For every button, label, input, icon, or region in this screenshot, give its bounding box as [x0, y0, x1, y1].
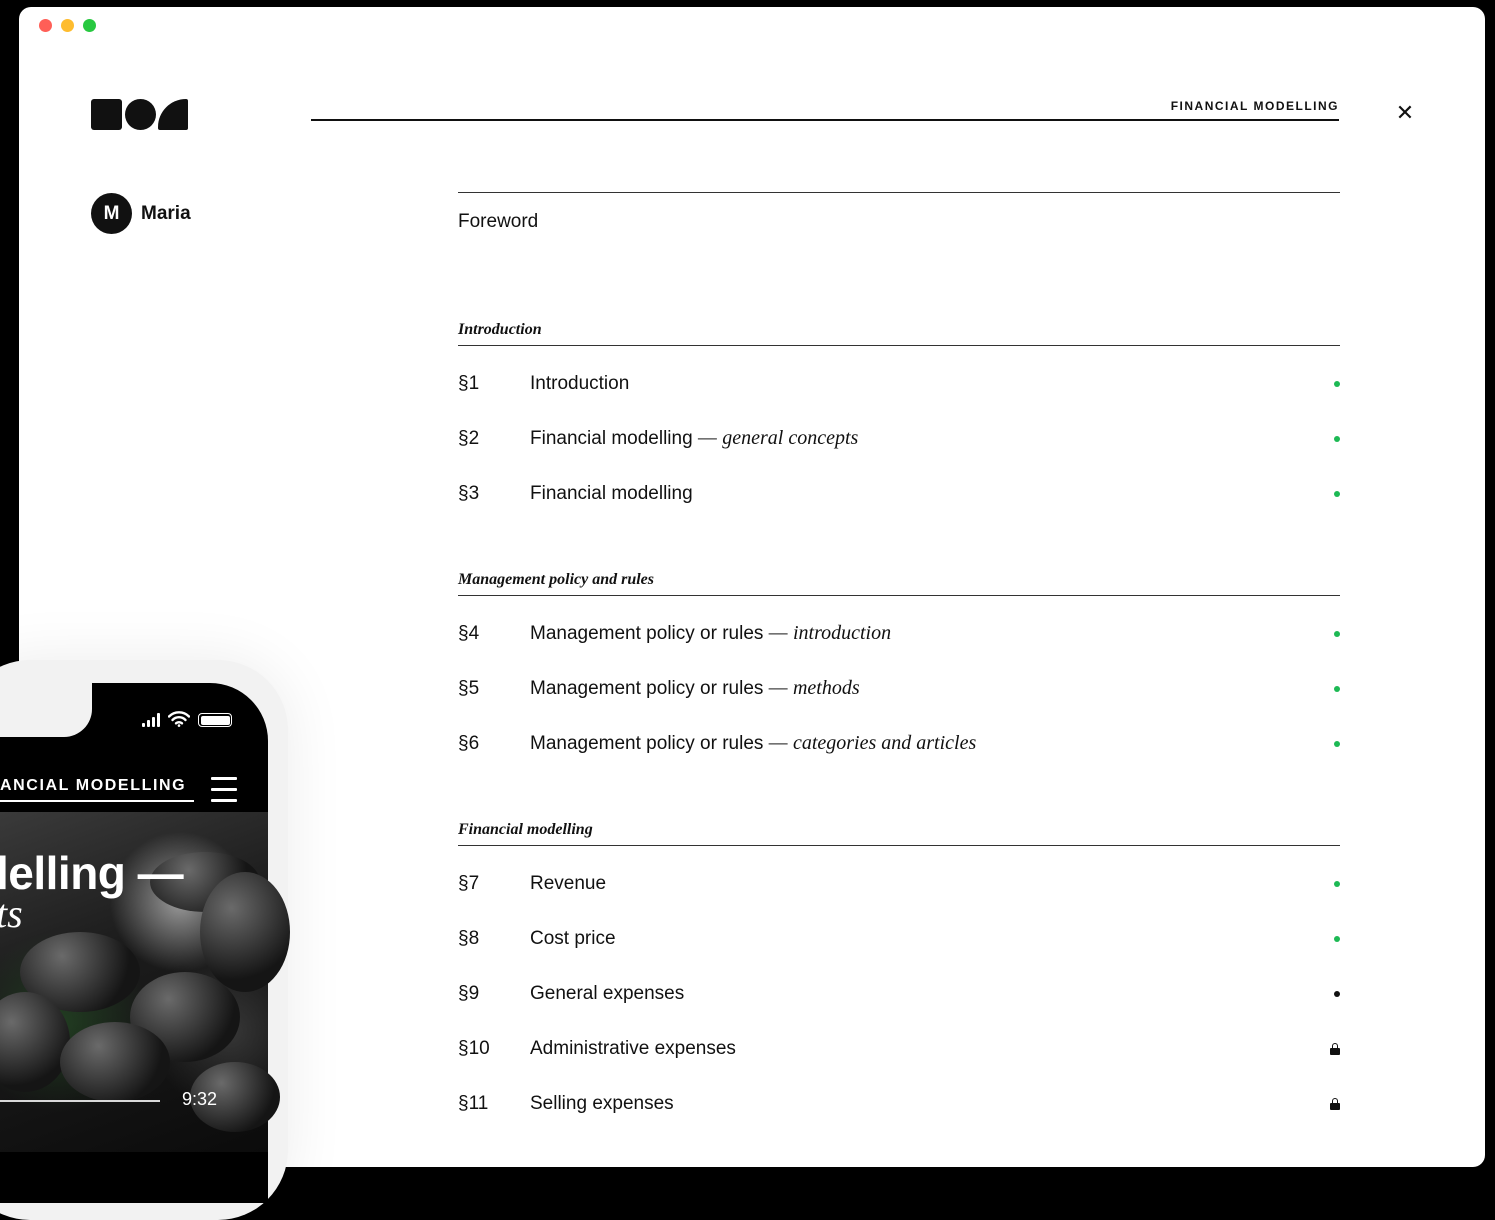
chapter-title-text: Management policy or rules: [530, 623, 764, 644]
lock-icon: [1330, 1097, 1340, 1110]
wifi-icon: [168, 711, 190, 727]
group-title: Management policy and rules: [458, 571, 655, 588]
chapter-row[interactable]: §5 Management policy or rules — methods: [458, 661, 1340, 716]
chapter-row[interactable]: §3 Financial modelling: [458, 466, 1340, 521]
chapter-title: General expenses: [530, 983, 684, 1005]
divider: [458, 595, 1340, 596]
chapter-number: §10: [458, 1037, 490, 1059]
avatar: M: [91, 193, 132, 234]
chapter-title: Management policy or rules — methods: [530, 677, 860, 699]
menu-icon[interactable]: [211, 777, 237, 803]
foreword-label: Foreword: [458, 211, 539, 232]
chapter-title: Management policy or rules — introductio…: [530, 622, 892, 644]
minimize-window-dot[interactable]: [61, 19, 74, 32]
chapter-row[interactable]: §2 Financial modelling — general concepts: [458, 411, 1340, 466]
chapter-number: §1: [458, 372, 480, 394]
phone-header-underline: [0, 800, 194, 802]
window-controls: [39, 19, 96, 32]
chapter-number: §2: [458, 427, 480, 449]
chapter-row[interactable]: §1 Introduction: [458, 356, 1340, 411]
chapter-row: §11 Selling expenses: [458, 1076, 1340, 1131]
chapter-title: Financial modelling — general concepts: [530, 427, 859, 449]
foreword-link[interactable]: Foreword: [458, 193, 1340, 297]
complete-dot-icon: [1334, 935, 1340, 942]
complete-dot-icon: [1334, 740, 1340, 747]
chapter-number: §7: [458, 872, 480, 894]
chapter-title: Cost price: [530, 928, 616, 950]
group-title: Financial modelling: [458, 821, 593, 838]
battery-icon: [198, 713, 232, 727]
header-divider: [311, 119, 1339, 121]
chapter-title-text: Revenue: [530, 872, 607, 894]
signal-icon: [142, 713, 160, 727]
chapter-groups: Introduction §1 Introduction §2 Financial mo…: [458, 321, 1340, 1131]
close-window-dot[interactable]: [39, 19, 52, 32]
complete-dot-icon: [1334, 380, 1340, 387]
chapter-subtitle: introduction: [792, 622, 892, 644]
complete-dot-icon: [1334, 630, 1340, 637]
phone-subline: ts: [0, 891, 23, 936]
chapter-title: Introduction: [530, 373, 629, 395]
chapter-number: §3: [458, 482, 480, 504]
chapter-row[interactable]: §9 General expenses: [458, 966, 1340, 1021]
chapter-subtitle: general concepts: [722, 427, 859, 449]
phone-headline: lelling —: [0, 847, 184, 899]
chapter-title: Financial modelling: [530, 483, 693, 505]
chapter-title-text: General expenses: [530, 982, 685, 1004]
chapter-row[interactable]: §6 Management policy or rules — categorie…: [458, 716, 1340, 771]
divider: [458, 845, 1340, 846]
phone-course-title: ANCIAL MODELLING: [0, 777, 187, 794]
chapter-title: Management policy or rules — categories …: [530, 732, 977, 754]
chapter-number: §11: [458, 1092, 489, 1114]
phone-video-progress[interactable]: [0, 1100, 160, 1102]
chapter-title-text: Selling expenses: [530, 1092, 674, 1114]
chapter-title: Revenue: [530, 873, 606, 895]
phone-video-time: 9:32: [182, 1089, 218, 1109]
chapter-title-text: Management policy or rules: [530, 678, 764, 699]
chapter-row[interactable]: §4 Management policy or rules — introduct…: [458, 606, 1340, 661]
chapter-title-text: Management policy or rules: [530, 733, 764, 754]
close-icon[interactable]: ✕: [1393, 101, 1417, 125]
group-title: Introduction: [458, 321, 542, 338]
chapter-title-text: Introduction: [530, 372, 630, 394]
chapter-row[interactable]: §7 Revenue: [458, 856, 1340, 911]
chapter-title: Selling expenses: [530, 1093, 674, 1115]
table-of-contents: Foreword Introduction §1 Introduction §2 Fin…: [458, 192, 1340, 1131]
complete-dot-icon: [1334, 685, 1340, 692]
chapter-title-text: Financial modelling: [530, 482, 693, 504]
chapter-group: Financial modelling §7 Revenue §8 Cost price…: [458, 821, 1340, 1131]
complete-dot-icon: [1334, 490, 1340, 497]
phone-status-bar: [142, 711, 232, 727]
logo-circle-shape: [125, 99, 156, 130]
course-title: FINANCIAL MODELLING: [1170, 99, 1339, 113]
chapter-number: §9: [458, 982, 480, 1004]
chapter-group: Introduction §1 Introduction §2 Financial mo…: [458, 321, 1340, 521]
chapter-group: Management policy and rules §4 Management …: [458, 571, 1340, 771]
logo-quarter-shape: [158, 99, 188, 130]
chapter-number: §4: [458, 622, 480, 644]
chapter-number: §5: [458, 677, 480, 699]
divider: [458, 345, 1340, 346]
chapter-subtitle: methods: [792, 677, 860, 699]
user-profile[interactable]: M Maria: [91, 193, 191, 234]
maximize-window-dot[interactable]: [83, 19, 96, 32]
brand-logo[interactable]: [91, 99, 188, 131]
chapter-number: §8: [458, 927, 480, 949]
phone-notch: [0, 683, 92, 737]
chapter-subtitle: categories and articles: [792, 732, 977, 754]
chapter-title-text: Financial modelling: [530, 428, 693, 449]
logo-square-shape: [91, 99, 122, 130]
current-dot-icon: [1334, 990, 1340, 997]
chapter-row: §10 Administrative expenses: [458, 1021, 1340, 1076]
lock-icon: [1330, 1042, 1340, 1055]
chapter-number: §6: [458, 732, 480, 754]
chapter-row[interactable]: §8 Cost price: [458, 911, 1340, 966]
complete-dot-icon: [1334, 880, 1340, 887]
chapter-title-text: Cost price: [530, 927, 616, 949]
user-name: Maria: [141, 202, 191, 224]
complete-dot-icon: [1334, 435, 1340, 442]
chapter-title: Administrative expenses: [530, 1038, 736, 1060]
chapter-title-text: Administrative expenses: [530, 1037, 736, 1059]
